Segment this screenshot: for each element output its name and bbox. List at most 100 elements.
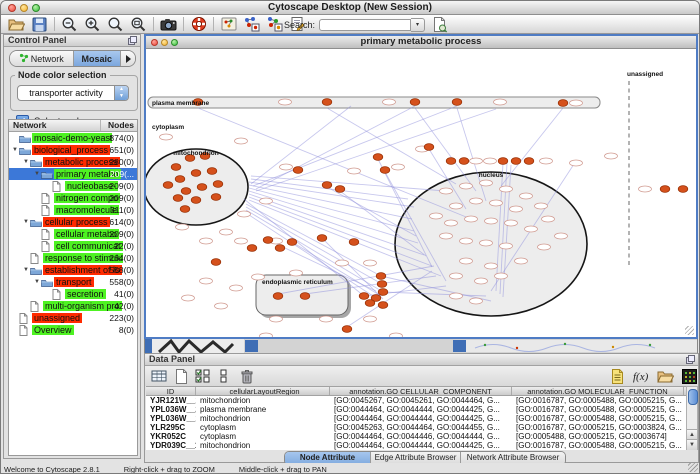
frame-zoom-icon[interactable] xyxy=(171,39,178,46)
tree-row-count: 22(0) xyxy=(114,241,134,251)
attribute-table-icon-button[interactable] xyxy=(150,368,168,384)
table-row[interactable]: YPL036W__2plasma membrane[GO:0044464, GO… xyxy=(146,405,686,414)
tree-row[interactable]: ▼biological_process651(0) xyxy=(9,144,137,156)
tree-column-nodes[interactable]: Nodes xyxy=(101,120,137,131)
tab-label: Mosaic xyxy=(82,54,113,64)
tree-row-label: secretion xyxy=(65,289,106,299)
disclosure-triangle-icon[interactable]: ▼ xyxy=(33,171,41,177)
tree-column-network[interactable]: Network xyxy=(9,120,101,131)
table-cell: cytoplasm xyxy=(196,423,330,432)
control-panel-title: Control Panel xyxy=(8,35,67,45)
frame-close-icon[interactable] xyxy=(151,39,158,46)
scroll-down-icon[interactable]: ▼ xyxy=(687,439,697,450)
select-attributes-icon-button[interactable] xyxy=(194,368,212,384)
zoom-out-icon-button[interactable] xyxy=(58,16,81,33)
tree-row[interactable]: ▼cellular process614(0) xyxy=(9,216,137,228)
tree-row[interactable]: response to stimulu264(0) xyxy=(9,252,137,264)
table-row[interactable]: YJR121W__1mitochondrion[GO:0045267, GO:0… xyxy=(146,396,686,405)
tree-row[interactable]: multi-organism pro42(0) xyxy=(9,300,137,312)
search-advanced-button[interactable] xyxy=(433,17,448,33)
table-row[interactable]: YLR295Ccytoplasm[GO:0045263, GO:0044464,… xyxy=(146,423,686,432)
zoom-fit-icon-button[interactable] xyxy=(104,16,127,33)
tree-row[interactable]: nitrogen compo209(0) xyxy=(9,192,137,204)
column-header[interactable]: annotation.GO CELLULAR_COMPONENT xyxy=(330,387,512,395)
function-builder-icon-button[interactable]: f(x) xyxy=(632,368,650,384)
network-overview-icon-button[interactable] xyxy=(217,16,240,33)
new-attribute-icon-button[interactable] xyxy=(172,368,190,384)
folder-icon xyxy=(19,146,32,155)
disclosure-triangle-icon[interactable]: ▼ xyxy=(22,267,30,273)
window-resize-grip[interactable] xyxy=(688,462,698,472)
network-view-title: primary metabolic process xyxy=(146,36,696,48)
tree-row[interactable]: secretion41(0) xyxy=(9,288,137,300)
tree-row[interactable]: ▼establishment of lo558(0) xyxy=(9,264,137,276)
tree-row[interactable]: macromolecule311(0) xyxy=(9,204,137,216)
tab-overflow-icon[interactable] xyxy=(121,51,135,66)
table-cell: YJR121W__1 xyxy=(146,396,196,405)
help-icon-button[interactable] xyxy=(187,16,210,33)
zoom-window-icon[interactable] xyxy=(32,4,40,12)
import-attributes-icon-button[interactable] xyxy=(656,368,674,384)
unselect-attributes-icon-button[interactable] xyxy=(216,368,234,384)
disclosure-triangle-icon[interactable]: ▼ xyxy=(22,159,30,165)
delete-attribute-icon-button[interactable] xyxy=(238,368,256,384)
frame-resize-grip[interactable] xyxy=(685,326,694,335)
folder-icon xyxy=(30,158,43,167)
tab-mosaic[interactable]: Mosaic xyxy=(74,51,121,66)
column-header[interactable]: _cellularLayoutRegion xyxy=(196,387,330,395)
zoom-selected-icon-button[interactable] xyxy=(127,16,150,33)
disclosure-triangle-icon[interactable]: ▼ xyxy=(22,219,30,225)
window-controls xyxy=(8,4,40,12)
tree-row[interactable]: nucleobase-209(0) xyxy=(9,180,137,192)
minimize-window-icon[interactable] xyxy=(20,4,28,12)
attribute-list-icon-button[interactable] xyxy=(608,368,626,384)
background-window-thumbnail xyxy=(145,339,698,353)
tree-row[interactable]: cellular metabo209(0) xyxy=(9,228,137,240)
column-header[interactable]: ID xyxy=(146,387,196,395)
tree-row[interactable]: cell communicat22(0) xyxy=(9,240,137,252)
tree-row[interactable]: ▼transport558(0) xyxy=(9,276,137,288)
layout-1-icon-button[interactable] xyxy=(240,16,263,33)
table-row[interactable]: YPL036W__1mitochondrion[GO:0044464, GO:0… xyxy=(146,414,686,423)
toolbar-separator xyxy=(153,17,154,31)
disclosure-triangle-icon[interactable]: ▼ xyxy=(33,279,41,285)
column-header[interactable]: annotation.GO MOLECULAR_FUNCTION xyxy=(512,387,684,395)
tree-row-count: 264(0) xyxy=(109,253,134,263)
tree-row[interactable]: Overview8(0) xyxy=(9,324,137,336)
table-scrollbar[interactable]: ▲ ▼ xyxy=(686,386,698,450)
data-panel: Data Panel f(x) ID_cellularLayoutRegiona… xyxy=(144,353,699,463)
background-window-strip[interactable] xyxy=(144,339,698,353)
table-cell: YKR052C xyxy=(146,432,196,441)
table-row[interactable]: YDR039C__1mitochondrion[GO:0044464, GO:0… xyxy=(146,441,686,450)
window-titlebar[interactable]: Cytoscape Desktop (New Session) xyxy=(1,1,699,15)
table-cell: [GO:0005488, GO:0005215, GO:0003674] xyxy=(512,432,684,441)
scrollbar-thumb[interactable] xyxy=(688,389,698,405)
layout-2-icon-button[interactable] xyxy=(263,16,286,33)
tree-row[interactable]: ▼metabolic process280(0) xyxy=(9,156,137,168)
search-input[interactable] xyxy=(319,19,411,31)
search-dropdown-icon[interactable]: ▾ xyxy=(411,18,425,32)
attribute-table-rows: YJR121W__1mitochondrion[GO:0045267, GO:0… xyxy=(146,396,686,450)
table-cell: mitochondrion xyxy=(196,396,330,405)
tree-row[interactable]: mosaic-demo-yeast874(0) xyxy=(9,132,137,144)
tab-label: Network xyxy=(31,54,64,64)
save-icon-button[interactable] xyxy=(28,16,51,33)
open-icon-button[interactable] xyxy=(5,16,28,33)
frame-minimize-icon[interactable] xyxy=(161,39,168,46)
network-view-titlebar[interactable]: primary metabolic process xyxy=(146,36,696,49)
tree-row[interactable]: unassigned223(0) xyxy=(9,312,137,324)
snapshot-icon-button[interactable] xyxy=(157,16,180,33)
network-view-frame: primary metabolic process plasma membran… xyxy=(144,34,698,339)
close-window-icon[interactable] xyxy=(8,4,16,12)
float-panel-icon[interactable] xyxy=(128,36,137,48)
network-graph[interactable]: plasma membranecytoplasmmitochondrionnuc… xyxy=(146,49,696,337)
attribute-matrix-icon-button[interactable] xyxy=(680,368,698,384)
tab-network[interactable]: Network xyxy=(10,51,74,66)
network-canvas[interactable]: plasma membranecytoplasmmitochondrionnuc… xyxy=(146,49,696,337)
tree-row-count: 8(0) xyxy=(119,325,134,335)
zoom-in-icon-button[interactable] xyxy=(81,16,104,33)
disclosure-triangle-icon[interactable]: ▼ xyxy=(11,147,19,153)
tree-row[interactable]: ▼primary metabo209(... xyxy=(9,168,137,180)
node-color-dropdown[interactable]: transporter activity ▲▼ xyxy=(17,85,129,101)
table-row[interactable]: YKR052Ccytoplasm[GO:0044464, GO:0044446,… xyxy=(146,432,686,441)
